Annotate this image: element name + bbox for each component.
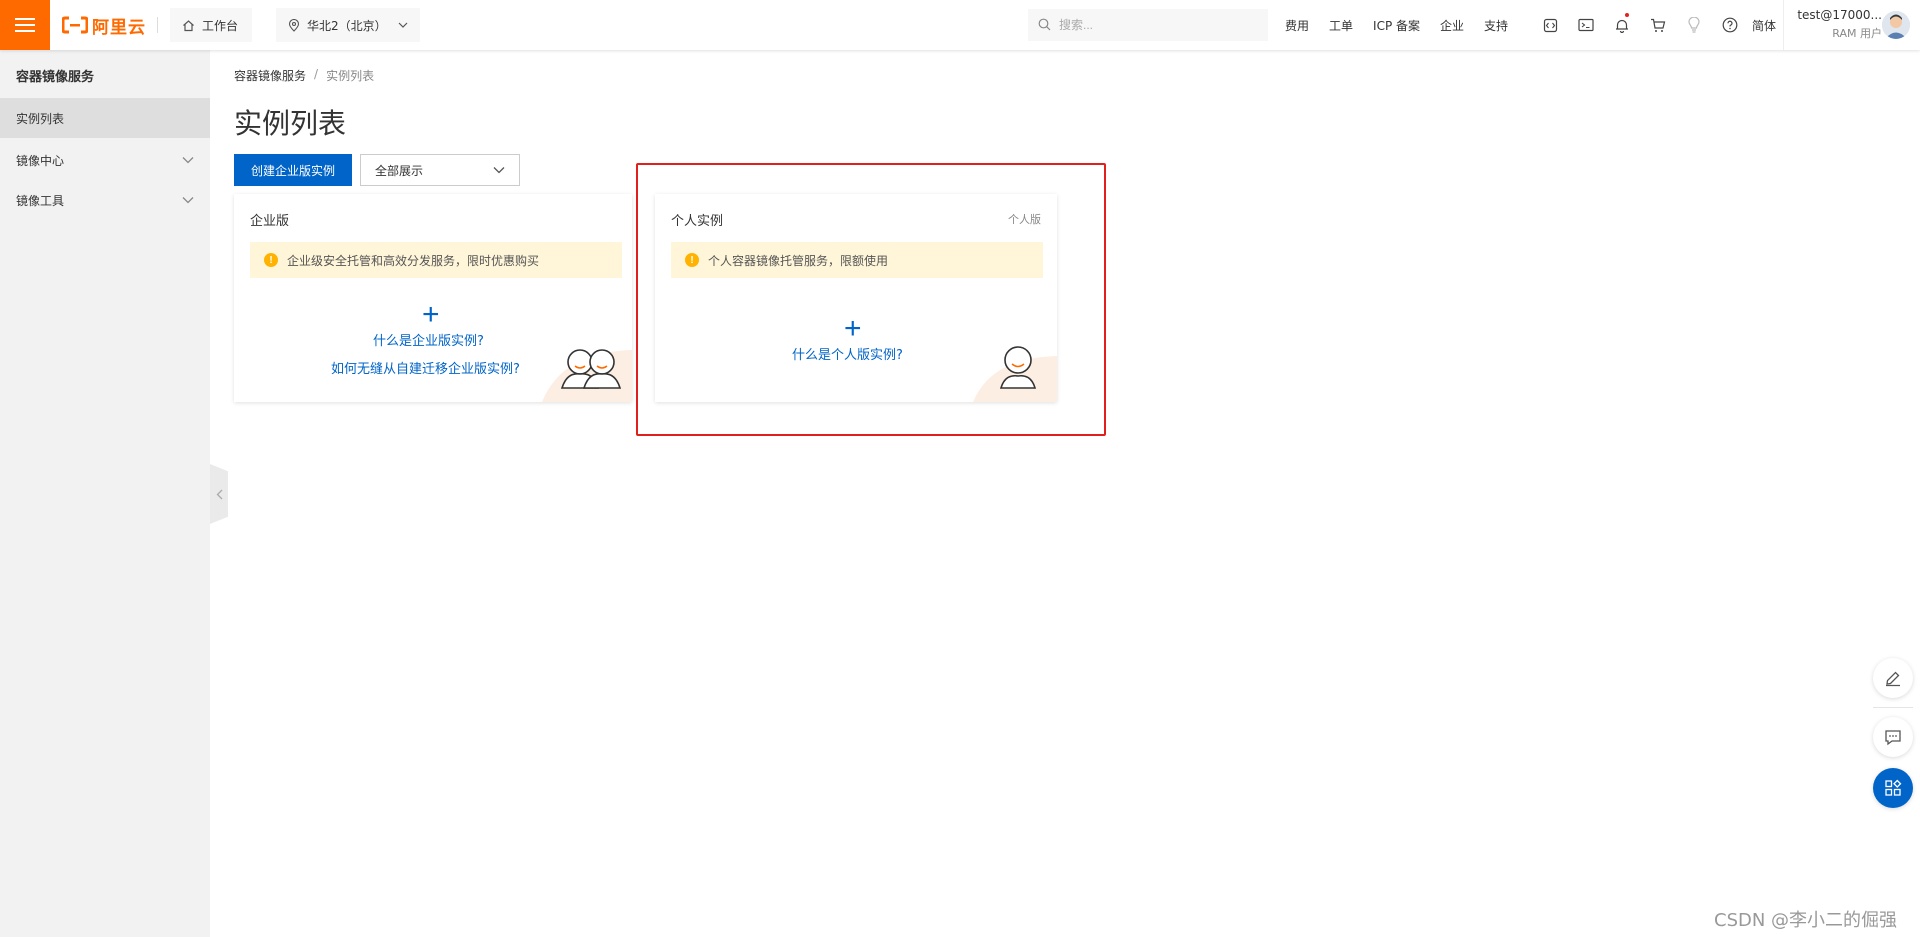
watermark: CSDN @李小二的倔强 — [1714, 910, 1898, 931]
enterprise-edition-card: 企业版 ! 企业级安全托管和高效分发服务，限时优惠购买 + 什么是企业版实例? … — [234, 194, 632, 402]
edition-tag: 个人版 — [1008, 213, 1041, 226]
home-icon — [182, 19, 195, 32]
sidebar-item-instance-list[interactable]: 实例列表 — [0, 98, 210, 138]
chevron-down-icon — [182, 153, 194, 167]
nav-link-ticket[interactable]: 工单 — [1329, 17, 1353, 34]
help-button[interactable] — [1712, 0, 1748, 50]
user-avatar-icon — [1882, 11, 1910, 39]
notification-dot — [1625, 13, 1629, 17]
help-icon — [1722, 17, 1738, 33]
migrate-enterprise-link[interactable]: 如何无缝从自建迁移企业版实例? — [331, 358, 520, 377]
edit-icon — [1886, 671, 1900, 687]
warning-icon: ! — [264, 253, 278, 267]
notice-text: 企业级安全托管和高效分发服务，限时优惠购买 — [287, 253, 540, 268]
avatar[interactable] — [1882, 11, 1910, 39]
feedback-edit-button[interactable] — [1873, 658, 1913, 698]
logo-text: 阿里云 — [92, 17, 146, 38]
sidebar-collapse-handle[interactable] — [210, 464, 228, 524]
apps-button[interactable] — [1873, 768, 1913, 808]
sidebar-item-label: 实例列表 — [16, 111, 65, 126]
workbench-label: 工作台 — [202, 18, 239, 33]
breadcrumb: 容器镜像服务 / 实例列表 — [234, 67, 374, 84]
add-personal-instance-icon[interactable]: + — [844, 314, 862, 344]
team-illustration-icon — [542, 349, 632, 402]
region-selector[interactable]: 华北2（北京） — [276, 8, 420, 42]
create-enterprise-instance-button[interactable]: 创建企业版实例 — [234, 154, 352, 186]
lightbulb-icon — [1688, 17, 1700, 33]
chat-icon — [1885, 729, 1901, 745]
global-search[interactable] — [1028, 9, 1268, 41]
user-account-menu[interactable]: test@17000... RAM 用户 — [1792, 8, 1882, 41]
hamburger-menu-button[interactable] — [0, 0, 50, 50]
cart-button[interactable] — [1640, 0, 1676, 50]
add-enterprise-instance-icon[interactable]: + — [422, 300, 440, 330]
select-value: 全部展示 — [375, 163, 424, 178]
apps-grid-icon — [1885, 779, 1902, 796]
language-switch[interactable]: 简体 — [1752, 17, 1776, 34]
top-nav-links: 费用 工单 ICP 备案 企业 支持 — [1285, 0, 1528, 50]
nav-link-enterprise[interactable]: 企业 — [1440, 17, 1464, 34]
aliyun-logo[interactable]: 阿里云 — [62, 13, 146, 38]
cloud-shell-button[interactable] — [1532, 0, 1568, 50]
chevron-down-icon — [182, 193, 194, 207]
code-icon — [1543, 18, 1557, 32]
chevron-down-icon — [398, 22, 408, 28]
breadcrumb-current: 实例列表 — [326, 69, 375, 83]
notifications-button[interactable] — [1604, 0, 1640, 50]
region-label: 华北2（北京） — [307, 18, 387, 33]
enterprise-notice: ! 企业级安全托管和高效分发服务，限时优惠购买 — [250, 242, 622, 278]
search-icon — [1038, 16, 1051, 35]
bell-icon — [1616, 19, 1628, 33]
chat-button[interactable] — [1873, 717, 1913, 757]
location-pin-icon — [288, 18, 300, 32]
chevron-down-icon — [493, 166, 505, 174]
nav-link-icp[interactable]: ICP 备案 — [1373, 17, 1420, 34]
personal-edition-card: 个人实例 个人版 ! 个人容器镜像托管服务，限额使用 + 什么是个人版实例? — [655, 194, 1057, 402]
sidebar-item-image-center[interactable]: 镜像中心 — [0, 140, 210, 180]
sidebar-item-image-tools[interactable]: 镜像工具 — [0, 180, 210, 220]
top-navigation-bar: 阿里云 工作台 华北2（北京） 费用 工单 ICP 备案 企业 支持 — [0, 0, 1920, 50]
page-title: 实例列表 — [234, 107, 347, 140]
what-is-personal-link[interactable]: 什么是个人版实例? — [792, 344, 903, 363]
aliyun-logo-mark-icon — [62, 16, 88, 34]
terminal-button[interactable] — [1568, 0, 1604, 50]
breadcrumb-separator: / — [314, 67, 319, 81]
cart-icon — [1651, 18, 1666, 32]
warning-icon: ! — [685, 253, 699, 267]
sidebar-item-label: 镜像中心 — [16, 153, 65, 168]
nav-link-billing[interactable]: 费用 — [1285, 17, 1309, 34]
chevron-left-icon — [216, 489, 222, 499]
divider — [157, 17, 158, 33]
terminal-icon — [1578, 18, 1594, 32]
personal-notice: ! 个人容器镜像托管服务，限额使用 — [671, 242, 1043, 278]
nav-link-support[interactable]: 支持 — [1484, 17, 1508, 34]
notice-text: 个人容器镜像托管服务，限额使用 — [708, 253, 889, 268]
card-title: 个人实例 — [671, 214, 724, 229]
sidebar-title: 容器镜像服务 — [16, 70, 95, 85]
user-name: test@17000... — [1797, 8, 1882, 22]
sidebar-item-label: 镜像工具 — [16, 193, 65, 208]
instance-filter-select[interactable]: 全部展示 — [360, 154, 520, 186]
workbench-button[interactable]: 工作台 — [170, 8, 252, 42]
divider — [1873, 707, 1913, 708]
divider — [1783, 0, 1784, 50]
card-title: 企业版 — [250, 214, 290, 229]
breadcrumb-root[interactable]: 容器镜像服务 — [234, 67, 306, 84]
what-is-enterprise-link[interactable]: 什么是企业版实例? — [373, 330, 484, 349]
user-role: RAM 用户 — [1832, 27, 1882, 40]
person-illustration-icon — [973, 346, 1057, 402]
search-input[interactable] — [1059, 18, 1249, 32]
hamburger-icon — [15, 18, 35, 32]
tips-button[interactable] — [1676, 0, 1712, 50]
top-nav-icons: 简体 — [1532, 0, 1776, 50]
sidebar: 容器镜像服务 实例列表 镜像中心 镜像工具 — [0, 50, 210, 937]
